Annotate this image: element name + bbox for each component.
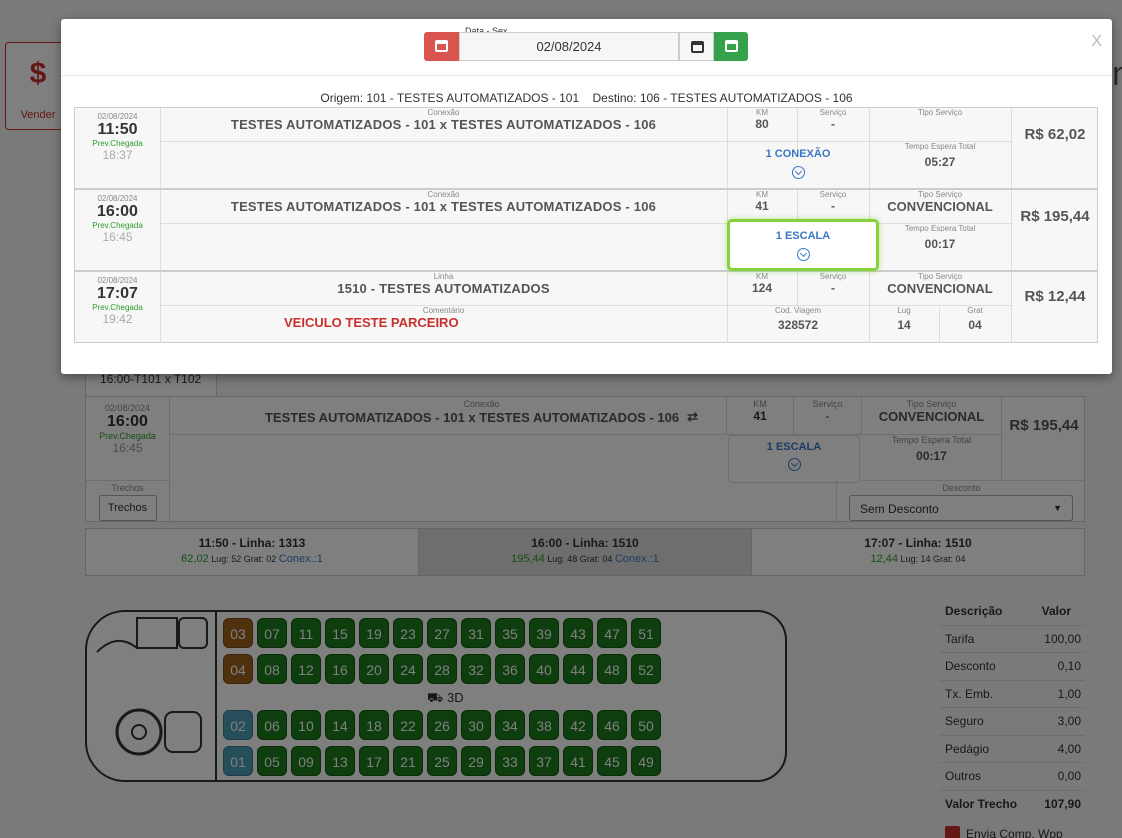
trip-price: R$ 195,44 (1020, 208, 1090, 225)
trip-row[interactable]: 02/08/2024 17:07 Prev.Chegada 19:42 Linh… (74, 271, 1098, 343)
expand-down-icon[interactable] (791, 166, 805, 179)
date-input[interactable]: 02/08/2024 (459, 32, 679, 61)
next-day-button[interactable] (714, 32, 748, 61)
wait-value: 00:17 (924, 237, 956, 251)
km-value: 124 (751, 281, 773, 295)
km-label: KM (756, 108, 768, 117)
service-label: Serviço (819, 272, 847, 281)
trip-row[interactable]: 02/08/2024 16:00 Prev.Chegada 16:45 Cone… (74, 189, 1098, 271)
trip-row[interactable]: 02/08/2024 11:50 Prev.Chegada 18:37 Cone… (74, 107, 1098, 189)
previous-day-button[interactable] (424, 32, 459, 61)
trip-type-label: Conexão (427, 190, 460, 199)
prev-arrival-label: Prev.Chegada (92, 139, 143, 148)
comment-label: Comentário (422, 306, 465, 315)
trip-type-label: Linha (433, 272, 454, 281)
service-value: - (831, 281, 835, 295)
stops-label: 1 ESCALA (775, 230, 831, 242)
trip-price: R$ 12,44 (1024, 288, 1086, 305)
trip-date: 02/08/2024 (97, 194, 138, 203)
seats-value: 14 (897, 318, 911, 332)
calendar-plus-icon (725, 40, 738, 52)
connection-link[interactable]: 1 CONEXÃO (727, 148, 869, 160)
wait-label: Tempo Espera Total (904, 142, 976, 151)
wait-value: 05:27 (924, 155, 956, 169)
km-label: KM (756, 272, 768, 281)
arrival-time: 19:42 (102, 312, 133, 326)
km-value: 80 (755, 117, 769, 131)
free-seats-label: Grat (967, 306, 983, 315)
close-icon[interactable]: X (1091, 33, 1102, 51)
arrival-time: 16:45 (102, 230, 133, 244)
calendar-minus-icon (435, 40, 448, 52)
trip-time: 11:50 (97, 121, 138, 138)
seats-label: Lug (897, 306, 911, 315)
trip-code-label: Cod. Viagem (774, 306, 822, 315)
trip-type-label: Conexão (427, 108, 460, 117)
trip-time: 16:00 (97, 203, 138, 220)
trip-time: 17:07 (97, 285, 138, 302)
service-value: - (831, 117, 835, 131)
service-label: Serviço (819, 190, 847, 199)
calendar-button[interactable] (679, 32, 714, 61)
arrival-time: 18:37 (102, 148, 133, 162)
stops-button-highlighted[interactable]: 1 ESCALA (727, 219, 879, 271)
trip-code-value: 328572 (777, 318, 819, 332)
prev-arrival-label: Prev.Chegada (92, 303, 143, 312)
service-type-label: Tipo Serviço (917, 108, 963, 117)
service-type-value: CONVENCIONAL (887, 199, 993, 214)
service-label: Serviço (819, 108, 847, 117)
calendar-icon (691, 41, 704, 53)
trip-description: TESTES AUTOMATIZADOS - 101 x TESTES AUTO… (230, 199, 657, 214)
km-label: KM (756, 190, 768, 199)
service-type-label: Tipo Serviço (917, 190, 963, 199)
free-seats-value: 04 (968, 318, 982, 332)
trip-selection-modal: X Data - Sex 02/08/2024 Origem: 101 - TE… (61, 19, 1112, 374)
expand-down-icon (796, 248, 810, 261)
wait-label: Tempo Espera Total (904, 224, 976, 233)
route-header: Origem: 101 - TESTES AUTOMATIZADOS - 101… (320, 91, 853, 105)
service-type-value: CONVENCIONAL (887, 281, 993, 296)
trip-description: TESTES AUTOMATIZADOS - 101 x TESTES AUTO… (230, 117, 657, 132)
trip-comment: VEICULO TESTE PARCEIRO (284, 315, 459, 330)
service-type-label: Tipo Serviço (917, 272, 963, 281)
service-value: - (831, 199, 835, 213)
trip-date: 02/08/2024 (97, 112, 138, 121)
trip-price: R$ 62,02 (1024, 126, 1086, 143)
trip-description: 1510 - TESTES AUTOMATIZADOS (337, 281, 550, 296)
prev-arrival-label: Prev.Chegada (92, 221, 143, 230)
km-value: 41 (755, 199, 769, 213)
trip-date: 02/08/2024 (97, 276, 138, 285)
divider (61, 75, 1112, 76)
